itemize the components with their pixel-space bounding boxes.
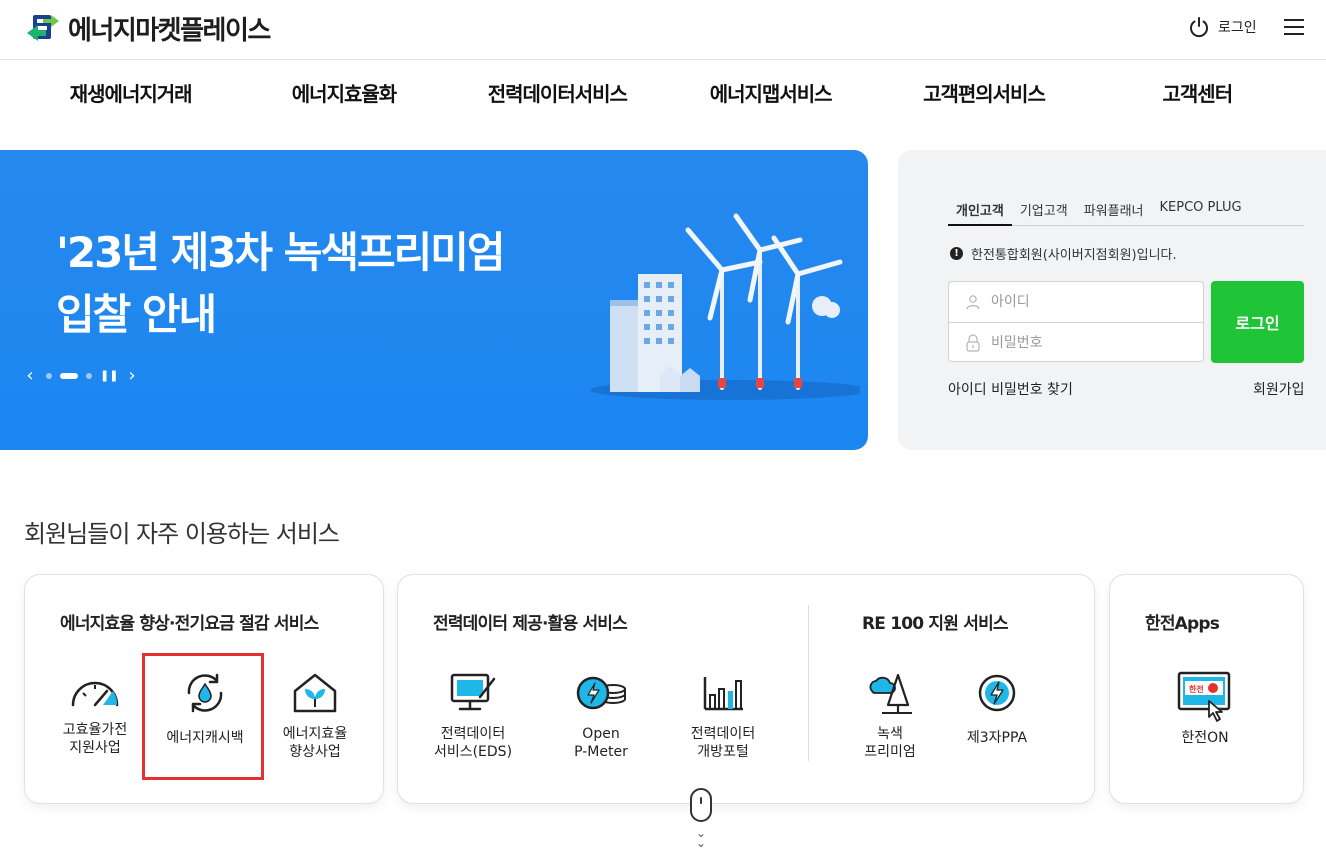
card-divider [808, 605, 809, 761]
chevron-left-icon[interactable]: ‹ [22, 367, 38, 385]
main-nav: 재생에너지거래 에너지효율화 전력데이터서비스 에너지맵서비스 고객편의서비스 … [24, 60, 1304, 124]
site-logo[interactable]: 에너지마켓플레이스 [24, 8, 271, 48]
slide-dot-1[interactable] [46, 373, 52, 379]
service-open-p-meter[interactable]: Open P-Meter [546, 671, 656, 761]
slide-dot-2[interactable] [60, 373, 78, 379]
kepco-on-icon: 한전 [1177, 671, 1231, 722]
nav-item-renewable-trade[interactable]: 재생에너지거래 [24, 60, 237, 124]
gauge-icon [71, 681, 119, 707]
find-id-password-link[interactable]: 아이디 비밀번호 찾기 [948, 379, 1073, 399]
banner-controls: ‹ ❚❚ › [22, 367, 140, 385]
service-eds[interactable]: 전력데이터 서비스(EDS) [418, 671, 528, 761]
service-label: 고효율가전 지원사업 [62, 722, 128, 756]
pause-icon[interactable]: ❚❚ [100, 368, 118, 384]
wind-turbine-city-illustration [590, 213, 860, 400]
header-login-button[interactable]: 로그인 [1188, 16, 1257, 38]
nav-item-customer-center[interactable]: 고객센터 [1091, 60, 1304, 124]
login-notice: ! 한전통합회원(사이버지점회원)입니다. [950, 244, 1177, 263]
scroll-down-hint[interactable]: ⌄ ⌄ [688, 788, 714, 850]
bolt-circle-icon [978, 674, 1016, 712]
hero-banner[interactable]: '23년 제3차 녹색프리미엄 입찰 안내 ‹ ❚❚ › [0, 150, 868, 450]
services-section-title: 회원님들이 자주 이용하는 서비스 [24, 520, 340, 548]
tab-personal[interactable]: 개인고객 [948, 196, 1012, 226]
leaf-house-icon [293, 673, 337, 713]
slide-dot-3[interactable] [86, 373, 92, 379]
service-label: 전력데이터 개방포털 [690, 726, 756, 760]
service-label: 한전ON [1181, 730, 1229, 746]
card-title-kepco-apps: 한전Apps [1145, 614, 1220, 634]
password-field-row [949, 322, 1203, 362]
service-label: Open P-Meter [574, 726, 628, 760]
nav-item-energy-efficiency[interactable]: 에너지효율화 [237, 60, 450, 124]
tab-kepco-plug[interactable]: KEPCO PLUG [1152, 196, 1250, 225]
sign-up-link[interactable]: 회원가입 [1253, 379, 1305, 399]
tab-power-planner[interactable]: 파워플래너 [1076, 196, 1152, 225]
cloud-tree-icon [869, 673, 912, 714]
card-title-re100: RE 100 지원 서비스 [862, 614, 1009, 634]
chevron-right-icon[interactable]: › [124, 367, 140, 385]
menu-icon[interactable] [1284, 18, 1304, 36]
site-header: 에너지마켓플레이스 로그인 [0, 0, 1326, 60]
double-chevron-down-icon: ⌄ ⌄ [695, 826, 707, 850]
service-data-portal[interactable]: 전력데이터 개방포털 [668, 671, 778, 761]
nav-item-customer-convenience[interactable]: 고객편의서비스 [877, 60, 1090, 124]
nav-item-energy-map[interactable]: 에너지맵서비스 [664, 60, 877, 124]
service-label: 에너지효율 향상사업 [282, 726, 348, 760]
service-efficiency-improvement[interactable]: 에너지효율 향상사업 [260, 671, 370, 761]
monitor-icon [450, 673, 496, 711]
card-title-power-data: 전력데이터 제공·활용 서비스 [433, 614, 628, 634]
highlight-box-energy-cashback [142, 653, 264, 780]
service-card-kepco-apps: 한전Apps 한전 한전ON [1109, 574, 1304, 804]
logo-mark-icon [27, 15, 59, 41]
service-third-party-ppa[interactable]: 제3자PPA [942, 671, 1052, 747]
tab-business[interactable]: 기업고객 [1012, 196, 1076, 225]
login-tabs: 개인고객 기업고객 파워플래너 KEPCO PLUG [948, 196, 1304, 226]
service-card-power-data: 전력데이터 제공·활용 서비스 전력데이터 서비스(EDS) Open P-Me… [397, 574, 1095, 804]
card-title-efficiency: 에너지효율 향상·전기요금 절감 서비스 [60, 614, 319, 634]
svg-text:한전: 한전 [1189, 684, 1204, 694]
id-input[interactable] [991, 294, 1181, 310]
mouse-icon [690, 788, 712, 822]
service-label: 제3자PPA [966, 730, 1028, 746]
logo-text: 에너지마켓플레이스 [68, 15, 271, 46]
header-login-label: 로그인 [1218, 20, 1257, 36]
service-green-premium[interactable]: 녹색 프리미엄 [835, 671, 945, 761]
lock-icon [966, 333, 980, 352]
login-notice-text: 한전통합회원(사이버지점회원)입니다. [971, 248, 1177, 263]
service-high-efficiency-appliance[interactable]: 고효율가전 지원사업 [40, 671, 150, 757]
power-icon [1190, 17, 1208, 38]
id-field-row [949, 282, 1203, 322]
login-panel: 개인고객 기업고객 파워플래너 KEPCO PLUG ! 한전통합회원(사이버지… [898, 150, 1326, 450]
login-fields [948, 281, 1204, 362]
info-icon: ! [950, 247, 963, 260]
user-icon [966, 295, 980, 310]
banner-title: '23년 제3차 녹색프리미엄 입찰 안내 [56, 228, 506, 339]
meter-icon [576, 676, 626, 710]
password-input[interactable] [991, 334, 1181, 351]
bar-chart-icon [703, 677, 743, 711]
service-label: 녹색 프리미엄 [864, 726, 916, 760]
service-label: 전력데이터 서비스(EDS) [433, 726, 513, 760]
nav-item-power-data[interactable]: 전력데이터서비스 [451, 60, 664, 124]
service-kepco-on[interactable]: 한전 한전ON [1150, 671, 1260, 747]
login-submit-button[interactable]: 로그인 [1211, 281, 1304, 363]
